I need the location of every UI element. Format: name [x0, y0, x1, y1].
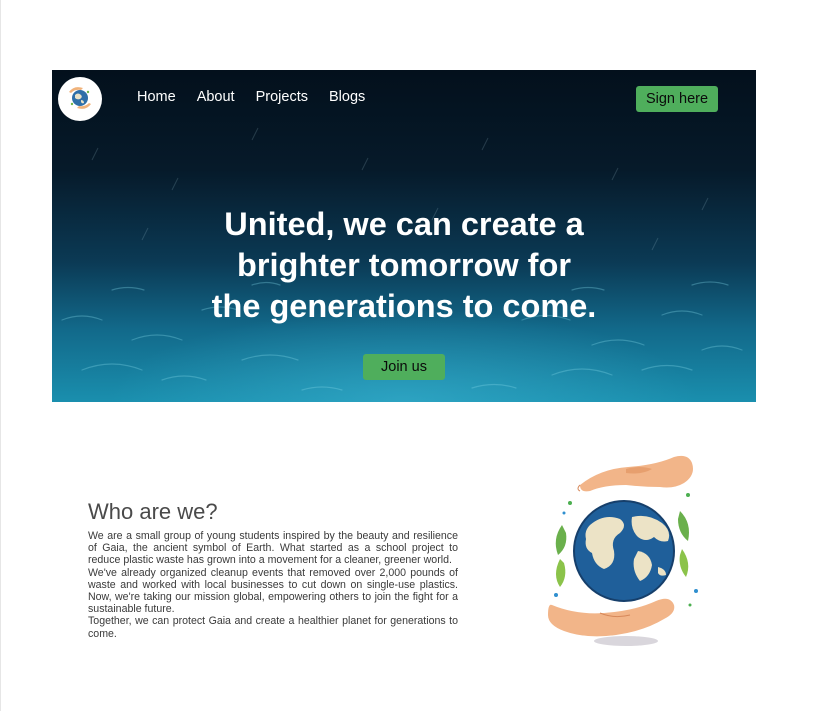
- nav-blogs[interactable]: Blogs: [329, 89, 365, 105]
- sign-here-button[interactable]: Sign here: [636, 86, 718, 112]
- nav-about[interactable]: About: [197, 89, 235, 105]
- hero-banner: Home About Projects Blogs Sign here Unit…: [52, 70, 756, 402]
- earth-hands-logo-icon: [69, 87, 91, 109]
- hero-title: United, we can create a brighter tomorro…: [211, 206, 597, 324]
- about-paragraph: We've already organized cleanup events t…: [88, 566, 458, 616]
- main-nav: Home About Projects Blogs: [137, 89, 386, 105]
- join-us-button[interactable]: Join us: [363, 354, 445, 380]
- about-title: Who are we?: [88, 499, 218, 524]
- about-paragraph: Together, we can protect Gaia and create…: [88, 615, 458, 640]
- about-text: We are a small group of young students i…: [88, 530, 458, 640]
- nav-projects[interactable]: Projects: [256, 89, 308, 105]
- site-logo[interactable]: [58, 77, 102, 121]
- nav-home[interactable]: Home: [137, 89, 176, 105]
- earth-in-hands-icon: [548, 455, 698, 646]
- about-paragraph: We are a small group of young students i…: [88, 530, 458, 567]
- page-edge: [0, 0, 1, 711]
